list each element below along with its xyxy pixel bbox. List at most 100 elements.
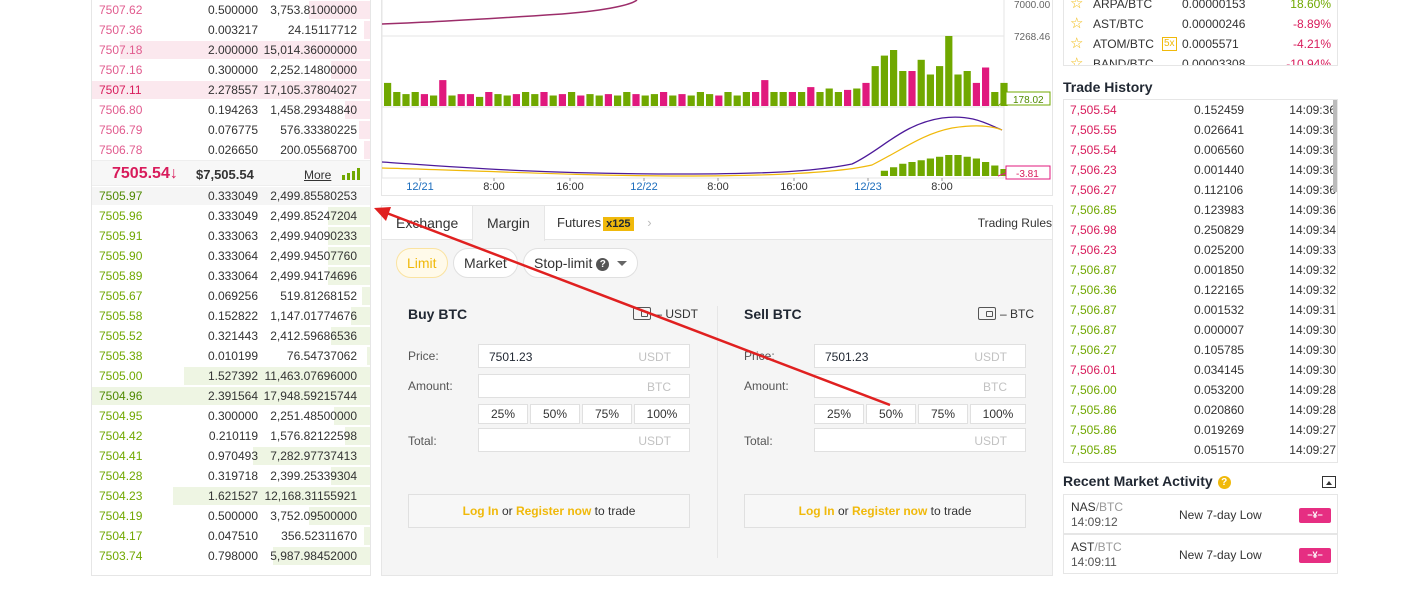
volume-bar <box>724 92 732 106</box>
chevron-right-icon[interactable]: › <box>647 215 651 230</box>
sell-price-input[interactable]: 7501.23 USDT <box>814 344 1026 368</box>
ask-row[interactable]: 7506.79 0.076775 576.33380225 <box>92 120 370 140</box>
buy-price-input[interactable]: 7501.23 USDT <box>478 344 690 368</box>
ask-row[interactable]: 7506.78 0.026650 200.05568700 <box>92 140 370 160</box>
collapse-icon[interactable] <box>1322 476 1336 488</box>
volume-bar <box>880 55 888 106</box>
star-icon[interactable]: ☆ <box>1070 54 1083 65</box>
order-type-stop-limit[interactable]: Stop-limit? <box>523 248 639 278</box>
star-icon[interactable]: ☆ <box>1070 34 1083 54</box>
market-row[interactable]: ☆ ARPA/BTC 0.00000153 18.60% <box>1064 0 1337 14</box>
price-chart[interactable]: 7000.00 7268.46 178.02 -3.81 12/21 8:00 16:00 1… <box>381 0 1053 196</box>
signal-bars-icon[interactable] <box>342 168 360 180</box>
order-type-limit[interactable]: Limit <box>396 248 448 278</box>
trade-time: 14:09:36 <box>1289 123 1336 137</box>
bid-row[interactable]: 7505.38 0.010199 76.54737062 <box>92 346 370 366</box>
buy-pct-100[interactable]: 100% <box>634 404 690 424</box>
market-row[interactable]: ☆ AST/BTC 0.00000246 -8.89% <box>1064 14 1337 34</box>
volume-bar <box>972 82 980 106</box>
bid-row[interactable]: 7505.96 0.333049 2,499.85247204 <box>92 206 370 226</box>
buy-register-link[interactable]: Register now <box>516 504 591 518</box>
more-link[interactable]: More <box>304 162 331 188</box>
ask-row[interactable]: 7506.80 0.194263 1,458.29348840 <box>92 100 370 120</box>
buy-amount-input[interactable]: BTC <box>478 374 690 398</box>
help-icon[interactable]: ? <box>1217 476 1231 489</box>
bid-row[interactable]: 7505.90 0.333064 2,499.94507760 <box>92 246 370 266</box>
ask-row[interactable]: 7507.11 2.278557 17,105.37804027 <box>92 80 370 100</box>
tab-margin[interactable]: Margin <box>472 206 545 241</box>
ask-row[interactable]: 7507.62 0.500000 3,753.81000000 <box>92 0 370 20</box>
buy-pct-75[interactable]: 75% <box>582 404 632 424</box>
buy-login-link[interactable]: Log In <box>463 504 499 518</box>
buy-pct-50[interactable]: 50% <box>530 404 580 424</box>
bid-row[interactable]: 7504.42 0.210119 1,576.82122598 <box>92 426 370 446</box>
activity-row[interactable]: NAS/BTC 14:09:12 New 7-day Low −¥− <box>1063 494 1338 534</box>
bid-row[interactable]: 7503.74 0.798000 5,987.98452000 <box>92 546 370 566</box>
leverage-badge: 5x <box>1162 37 1177 51</box>
order-type-market[interactable]: Market <box>453 248 518 278</box>
trade-price: 7,505.85 <box>1070 443 1117 457</box>
volume-axis-top-label: 7268.46 <box>1014 32 1051 43</box>
bid-total: 2,399.25339304 <box>270 469 357 483</box>
tab-exchange[interactable]: Exchange <box>382 206 472 240</box>
volume-bar <box>540 92 548 106</box>
ask-price: 7507.62 <box>99 3 143 17</box>
sell-register-link[interactable]: Register now <box>852 504 927 518</box>
sell-pct-100[interactable]: 100% <box>970 404 1026 424</box>
bid-row[interactable]: 7504.96 2.391564 17,948.59215744 <box>92 386 370 406</box>
buy-total-input[interactable]: USDT <box>478 428 690 452</box>
sell-pct-75[interactable]: 75% <box>918 404 968 424</box>
help-icon[interactable]: ? <box>596 258 610 271</box>
bid-row[interactable]: 7505.52 0.321443 2,412.59686536 <box>92 326 370 346</box>
sell-amount-input[interactable]: BTC <box>814 374 1026 398</box>
bid-row[interactable]: 7505.67 0.069256 519.81268152 <box>92 286 370 306</box>
trade-price: 7,505.86 <box>1070 403 1117 417</box>
bid-row[interactable]: 7505.00 1.527392 11,463.07696000 <box>92 366 370 386</box>
macd-bar <box>972 158 980 176</box>
volume-bar <box>402 94 410 106</box>
bid-total: 76.54737062 <box>286 349 357 363</box>
sell-pct-25[interactable]: 25% <box>814 404 864 424</box>
trade-price: 7,506.87 <box>1070 303 1117 317</box>
trade-time: 14:09:31 <box>1289 303 1336 317</box>
sell-login-link[interactable]: Log In <box>799 504 835 518</box>
trading-rules-link[interactable]: Trading Rules <box>978 216 1052 230</box>
star-icon[interactable]: ☆ <box>1070 14 1083 34</box>
ask-row[interactable]: 7507.36 0.003217 24.15117712 <box>92 20 370 40</box>
volume-bar <box>770 92 778 106</box>
sell-total-input[interactable]: USDT <box>814 428 1026 452</box>
ask-row[interactable]: 7507.18 2.000000 15,014.36000000 <box>92 40 370 60</box>
bid-row[interactable]: 7504.23 1.621527 12,168.31155921 <box>92 486 370 506</box>
activity-base: AST <box>1071 540 1095 554</box>
bid-row[interactable]: 7505.58 0.152822 1,147.01774676 <box>92 306 370 326</box>
bid-row[interactable]: 7504.17 0.047510 356.52311670 <box>92 526 370 546</box>
trade-price: 7,506.36 <box>1070 283 1117 297</box>
ask-row[interactable]: 7507.16 0.300000 2,252.14800000 <box>92 60 370 80</box>
sell-pct-50[interactable]: 50% <box>866 404 916 424</box>
volume-bar <box>687 95 695 106</box>
bid-row[interactable]: 7505.97 0.333049 2,499.85580253 <box>92 186 370 206</box>
buy-pct-25[interactable]: 25% <box>478 404 528 424</box>
tab-futures[interactable]: Futures x125 › <box>543 206 666 240</box>
bid-row[interactable]: 7504.28 0.319718 2,399.25339304 <box>92 466 370 486</box>
market-row[interactable]: ☆ ATOM/BTC 5x 0.0005571 -4.21% <box>1064 34 1337 54</box>
trade-history-scrollbar[interactable] <box>1333 100 1337 192</box>
bid-row[interactable]: 7505.89 0.333064 2,499.94174696 <box>92 266 370 286</box>
trade-price: 7,505.41 <box>1070 460 1117 462</box>
activity-row[interactable]: AST/BTC 14:09:11 New 7-day Low −¥− <box>1063 534 1338 574</box>
buy-total-unit: USDT <box>638 434 671 448</box>
bid-row[interactable]: 7504.41 0.970493 7,282.97737413 <box>92 446 370 466</box>
market-row[interactable]: ☆ BAND/BTC 0.00003308 -10.94% <box>1064 54 1337 66</box>
market-price: 0.00003308 <box>1182 57 1246 66</box>
bid-row[interactable]: 7504.95 0.300000 2,251.48500000 <box>92 406 370 426</box>
star-icon[interactable]: ☆ <box>1070 0 1083 14</box>
ask-price: 7507.16 <box>99 63 143 77</box>
depth-bar <box>364 141 370 159</box>
macd-bar <box>899 163 907 176</box>
volume-bar <box>439 80 447 106</box>
bid-row[interactable]: 7505.91 0.333063 2,499.94090233 <box>92 226 370 246</box>
bid-row[interactable]: 7504.19 0.500000 3,752.09500000 <box>92 506 370 526</box>
chevron-down-icon[interactable] <box>617 261 628 266</box>
bid-amount: 0.300000 <box>207 409 258 423</box>
chart-svg: 7000.00 7268.46 178.02 -3.81 12/21 8:00 16:00 1… <box>382 0 1051 193</box>
